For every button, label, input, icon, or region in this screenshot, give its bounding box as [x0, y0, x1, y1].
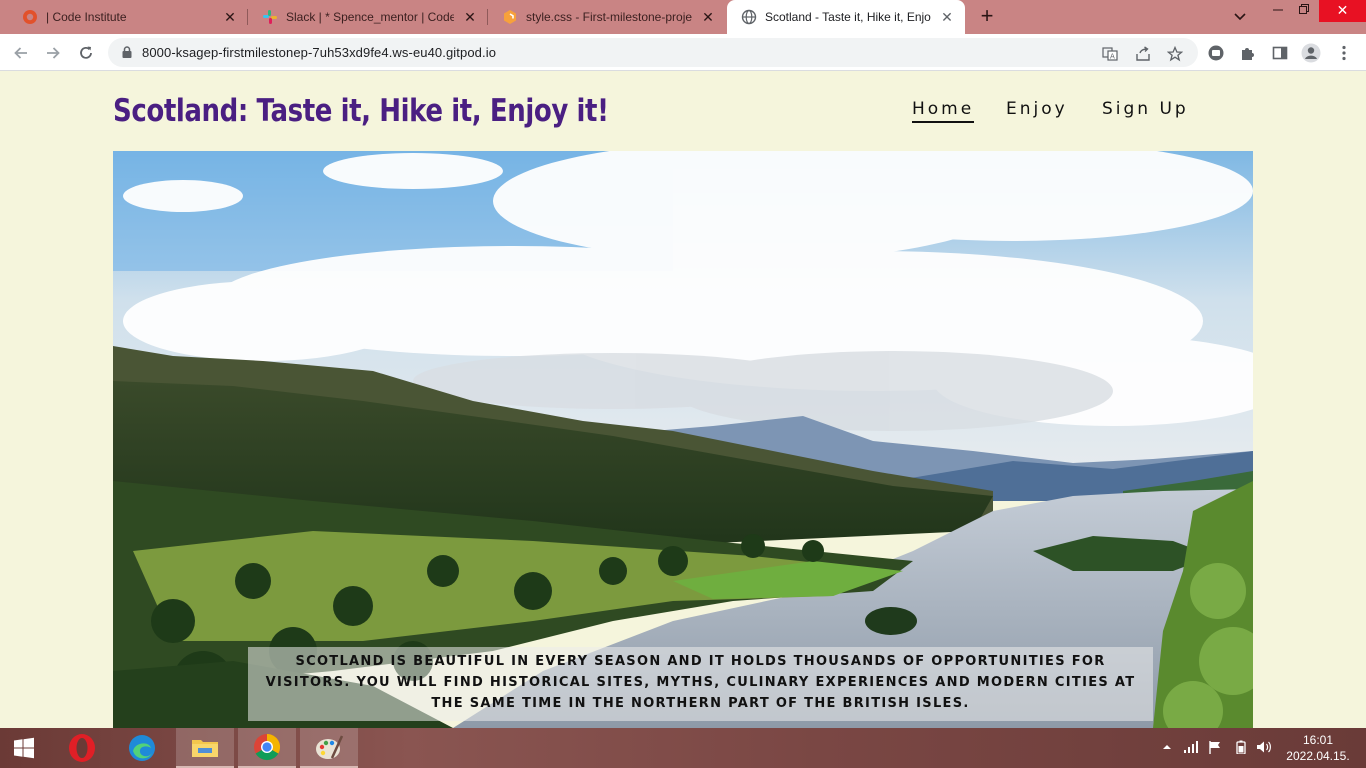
- new-tab-button[interactable]: +: [974, 4, 1000, 30]
- minimize-icon[interactable]: [1264, 0, 1292, 22]
- media-router-icon[interactable]: [1206, 43, 1226, 63]
- globe-icon: [741, 9, 757, 25]
- tab-title: | Code Institute: [46, 10, 127, 24]
- extensions-puzzle-icon[interactable]: [1238, 43, 1258, 63]
- profile-avatar-icon[interactable]: [1301, 43, 1321, 63]
- browser-tab-strip: | Code Institute ✕ Slack | * Spence_ment…: [0, 0, 1366, 34]
- svg-text:A: A: [1110, 53, 1115, 61]
- url-text: 8000-ksagep-firstmilestonep-7uh53xd9fe4.…: [142, 45, 497, 60]
- tab-title: Slack | * Spence_mentor | Code Ir: [286, 10, 454, 24]
- clock-time: 16:01: [1302, 733, 1334, 747]
- bookmark-star-icon[interactable]: [1166, 45, 1184, 63]
- system-clock[interactable]: 16:01 2022.04.15.: [1286, 732, 1350, 764]
- tab-slack[interactable]: Slack | * Spence_mentor | Code Ir ✕: [248, 0, 488, 34]
- paint-icon[interactable]: [300, 728, 358, 768]
- gitpod-icon: [502, 9, 518, 25]
- side-panel-icon[interactable]: [1270, 43, 1290, 63]
- page-viewport: Scotland: Taste it, Hike it, Enjoy it! H…: [0, 71, 1366, 728]
- windows-taskbar: 16:01 2022.04.15.: [0, 728, 1366, 768]
- tab-search-chevron-icon[interactable]: [1228, 6, 1252, 28]
- tab-title: Scotland - Taste it, Hike it, Enjoy it: [765, 10, 931, 24]
- browser-toolbar: 8000-ksagep-firstmilestonep-7uh53xd9fe4.…: [0, 34, 1366, 71]
- close-tab-icon[interactable]: ✕: [462, 9, 478, 25]
- close-tab-icon[interactable]: ✕: [700, 9, 716, 25]
- slack-icon: [262, 9, 278, 25]
- clock-date: 2022.04.15.: [1286, 749, 1350, 763]
- close-tab-icon[interactable]: ✕: [222, 9, 238, 25]
- tab-title: style.css - First-milestone-project: [526, 10, 692, 24]
- notification-flag-icon[interactable]: [1208, 740, 1222, 757]
- network-signal-icon[interactable]: [1183, 740, 1199, 757]
- share-icon[interactable]: [1134, 45, 1152, 63]
- more-menu-icon[interactable]: [1334, 43, 1354, 63]
- nav-sign-up[interactable]: Sign Up: [1102, 99, 1189, 119]
- translate-icon[interactable]: A: [1101, 45, 1119, 63]
- lock-icon: [120, 45, 134, 59]
- tab-scotland[interactable]: Scotland - Taste it, Hike it, Enjoy it ✕: [727, 0, 965, 34]
- start-icon[interactable]: [0, 728, 48, 768]
- battery-icon[interactable]: [1236, 740, 1246, 757]
- edge-icon[interactable]: [113, 728, 171, 768]
- back-arrow-icon[interactable]: [8, 40, 34, 66]
- nav-home[interactable]: Home: [912, 99, 975, 123]
- close-window-icon[interactable]: ✕: [1319, 0, 1366, 22]
- tab-code-institute[interactable]: | Code Institute ✕: [8, 0, 248, 34]
- hero-landscape-image: Scotland is beautiful in every season an…: [113, 151, 1253, 728]
- file-explorer-icon[interactable]: [176, 728, 234, 768]
- address-bar[interactable]: 8000-ksagep-firstmilestonep-7uh53xd9fe4.…: [108, 38, 1198, 67]
- code-institute-icon: [22, 9, 38, 25]
- chrome-icon[interactable]: [238, 728, 296, 768]
- tray-chevron-up-icon[interactable]: [1162, 740, 1172, 757]
- hero-caption: Scotland is beautiful in every season an…: [248, 647, 1153, 721]
- volume-icon[interactable]: [1256, 740, 1272, 757]
- forward-arrow-icon[interactable]: [40, 40, 66, 66]
- tab-style-css[interactable]: style.css - First-milestone-project ✕: [488, 0, 726, 34]
- reload-icon[interactable]: [73, 40, 99, 66]
- opera-icon[interactable]: [53, 728, 111, 768]
- site-title[interactable]: Scotland: Taste it, Hike it, Enjoy it!: [113, 93, 609, 129]
- nav-enjoy[interactable]: Enjoy: [1006, 99, 1068, 119]
- close-tab-icon[interactable]: ✕: [939, 9, 955, 25]
- restore-icon[interactable]: [1290, 0, 1318, 22]
